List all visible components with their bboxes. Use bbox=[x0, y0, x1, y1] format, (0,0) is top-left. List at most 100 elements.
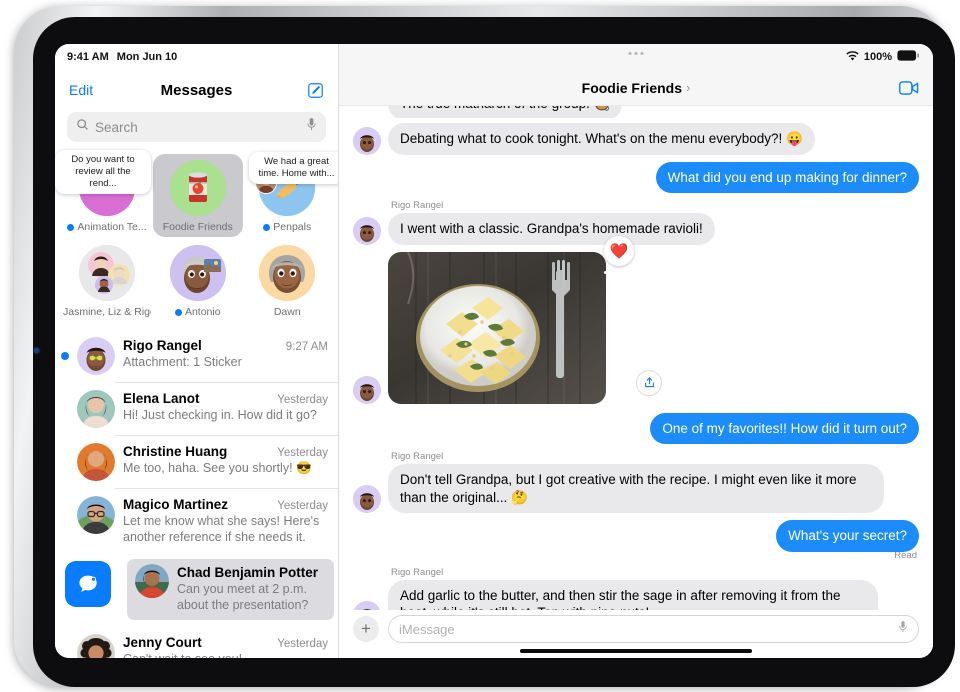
avatar bbox=[259, 245, 316, 301]
sender-name: Rigo Rangel bbox=[391, 451, 444, 463]
message-bubble[interactable]: The true matriarch of the group. 🥘 bbox=[382, 106, 623, 118]
message-row-clipped: The true matriarch of the group. 🥘 bbox=[353, 106, 919, 118]
pinned-conversation-jasmine-liz-rigo[interactable]: Jasmine, Liz & Rigo bbox=[61, 239, 153, 322]
messages-app-icon bbox=[65, 561, 111, 607]
conversation-time: Yesterday bbox=[277, 447, 328, 459]
avatar bbox=[353, 600, 381, 610]
pinned-label-wrap: Dawn bbox=[274, 306, 301, 318]
unread-dot-icon bbox=[61, 352, 69, 360]
battery-icon bbox=[897, 50, 919, 64]
list-item-header: Elena Lanot Yesterday bbox=[123, 391, 328, 406]
pinned-label-wrap: Antonio bbox=[174, 306, 221, 318]
bezel-indicator-dot bbox=[34, 348, 39, 353]
list-item-body: Chad Benjamin Potter Can you meet at 2 p… bbox=[177, 564, 326, 613]
conversation-name: Elena Lanot bbox=[123, 391, 200, 406]
list-item-header: Chad Benjamin Potter bbox=[177, 565, 326, 580]
list-item-body: Jenny Court Yesterday Can't wait to see … bbox=[123, 634, 328, 658]
list-item-header: Magico Martinez Yesterday bbox=[123, 497, 328, 512]
avatar-spacer bbox=[353, 106, 381, 118]
page-title: Messages bbox=[160, 81, 233, 99]
list-item-dragging[interactable]: Chad Benjamin Potter Can you meet at 2 p… bbox=[55, 552, 338, 627]
add-attachment-icon[interactable]: + bbox=[353, 616, 379, 642]
sender-name: Rigo Rangel bbox=[391, 566, 444, 578]
message-bubble[interactable]: Don't tell Grandpa, but I got creative w… bbox=[383, 464, 884, 514]
multitasking-grabber-icon[interactable] bbox=[628, 52, 644, 55]
conversation-name: Jenny Court bbox=[123, 635, 202, 650]
messages-sidebar: 9:41 AM Mon Jun 10 Edit Messages Search … bbox=[55, 44, 339, 658]
status-bar-left: 9:41 AM Mon Jun 10 bbox=[55, 44, 338, 70]
list-item-body: Magico Martinez Yesterday Let me know wh… bbox=[123, 496, 328, 545]
pinned-label: Foodie Friends bbox=[162, 221, 233, 233]
status-bar-date: Mon Jun 10 bbox=[116, 51, 178, 63]
ipad-screen: 9:41 AM Mon Jun 10 Edit Messages Search … bbox=[55, 44, 933, 658]
pinned-conversation-dawn[interactable]: Dawn bbox=[243, 239, 333, 322]
microphone-icon[interactable] bbox=[306, 117, 317, 137]
facetime-video-icon[interactable] bbox=[899, 80, 919, 95]
imessage-input[interactable]: iMessage bbox=[388, 615, 919, 643]
avatar bbox=[169, 160, 226, 216]
microphone-icon[interactable] bbox=[898, 620, 908, 639]
pinned-label: Dawn bbox=[273, 306, 301, 318]
message-row: Don't tell Grandpa, but I got creative w… bbox=[353, 464, 919, 514]
home-indicator[interactable] bbox=[520, 649, 752, 653]
message-thread[interactable]: The true matriarch of the group. 🥘 bbox=[339, 106, 933, 610]
pinned-conversation-animation-team[interactable]: Do you want to review all the rend... An… bbox=[55, 150, 153, 237]
message-bubble[interactable]: Add garlic to the butter, and then stir … bbox=[388, 579, 878, 610]
message-bubble[interactable]: I went with a classic. Grandpa's homemad… bbox=[383, 213, 715, 245]
avatar bbox=[353, 485, 381, 514]
conversation-time: 9:27 AM bbox=[285, 341, 328, 353]
message-bubble[interactable]: One of my favorites!! How did it turn ou… bbox=[650, 412, 924, 445]
avatar bbox=[77, 634, 115, 658]
list-item[interactable]: Christine Huang Yesterday Me too, haha. … bbox=[55, 436, 338, 488]
compose-icon[interactable] bbox=[307, 82, 324, 99]
drag-preview-card: Chad Benjamin Potter Can you meet at 2 p… bbox=[127, 559, 334, 620]
sidebar-navigation-bar: Edit Messages bbox=[55, 70, 338, 110]
avatar bbox=[135, 564, 169, 598]
message-row: One of my favorites!! How did it turn ou… bbox=[353, 412, 924, 445]
pinned-conversation-antonio[interactable]: Antonio bbox=[153, 239, 243, 322]
list-item-body: Elena Lanot Yesterday Hi! Just checking … bbox=[123, 390, 328, 423]
plate-of-ravioli-photo[interactable] bbox=[388, 251, 606, 404]
conversation-name: Magico Martinez bbox=[123, 497, 229, 512]
list-item[interactable]: Rigo Rangel 9:27 AM Attachment: 1 Sticke… bbox=[55, 330, 338, 382]
list-item-header: Christine Huang Yesterday bbox=[123, 444, 328, 459]
message-row: I went with a classic. Grandpa's homemad… bbox=[353, 213, 919, 245]
photo-attachment-wrap: ❤️ bbox=[388, 235, 662, 404]
status-bar-right: 100% bbox=[339, 44, 933, 70]
avatar bbox=[77, 443, 115, 481]
message-row-photo: ❤️ bbox=[353, 235, 919, 404]
edit-button[interactable]: Edit bbox=[69, 82, 93, 98]
unread-dot-icon bbox=[67, 223, 75, 231]
list-item[interactable]: Elena Lanot Yesterday Hi! Just checking … bbox=[55, 383, 338, 435]
pin-preview-bubble: Do you want to review all the rend... bbox=[55, 150, 151, 194]
save-to-photos-icon[interactable] bbox=[636, 369, 662, 396]
chevron-right-icon[interactable]: › bbox=[686, 80, 690, 95]
unread-dot-icon bbox=[263, 223, 271, 231]
message-bubble[interactable]: Debating what to cook tonight. What's on… bbox=[383, 123, 815, 155]
pinned-conversation-penpals[interactable]: We had a great time. Home with... Penpal… bbox=[243, 152, 338, 237]
message-bubble[interactable]: What's your secret? bbox=[776, 520, 924, 552]
conversation-name: Rigo Rangel bbox=[123, 338, 202, 353]
message-bubble[interactable]: What did you end up making for dinner? bbox=[655, 161, 925, 194]
list-item[interactable]: Jenny Court Yesterday Can't wait to see … bbox=[55, 627, 338, 658]
pinned-label: Animation Te... bbox=[77, 221, 147, 233]
avatar bbox=[169, 245, 226, 301]
list-item-header: Rigo Rangel 9:27 AM bbox=[123, 338, 328, 353]
pin-preview-bubble: We had a great time. Home with... bbox=[248, 152, 338, 184]
pinned-label-wrap: Foodie Friends bbox=[163, 221, 233, 233]
conversation-name: Chad Benjamin Potter bbox=[177, 565, 319, 580]
pinned-conversation-foodie-friends[interactable]: Foodie Friends bbox=[153, 154, 243, 237]
avatar bbox=[353, 375, 381, 404]
message-group: Rigo Rangel Don't tell Grandpa, but I go… bbox=[353, 451, 919, 514]
conversation-preview: Hi! Just checking in. How did it go? bbox=[123, 408, 317, 422]
conversation-preview: Attachment: 1 Sticker bbox=[123, 355, 242, 369]
conversation-title[interactable]: Foodie Friends bbox=[582, 80, 682, 96]
message-row: What's your secret? bbox=[353, 520, 924, 552]
heart-tapback[interactable]: ❤️ bbox=[604, 235, 634, 272]
avatar bbox=[79, 245, 135, 301]
search-input[interactable]: Search bbox=[67, 112, 326, 142]
battery-percent-label: 100% bbox=[863, 51, 892, 63]
avatar bbox=[353, 216, 381, 245]
conversation-preview: Me too, haha. See you shortly! 😎 bbox=[123, 461, 312, 475]
list-item[interactable]: Magico Martinez Yesterday Let me know wh… bbox=[55, 489, 338, 552]
